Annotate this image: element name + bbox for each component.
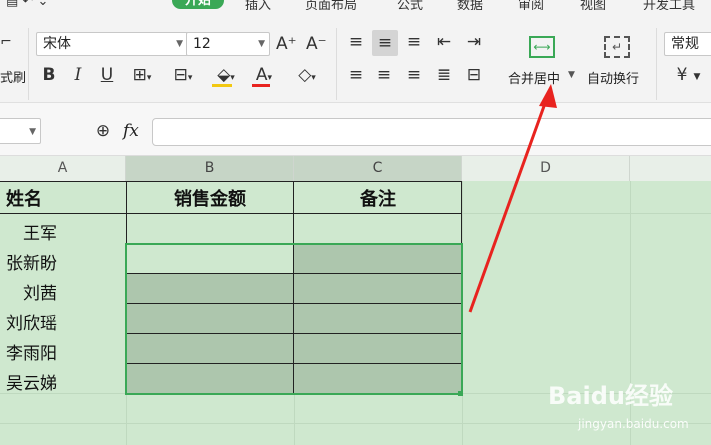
arrow-head [539, 84, 557, 108]
watermark-brand: Baidu经验 [548, 382, 673, 410]
arrow-shaft [468, 94, 550, 313]
watermark-url: jingyan.baidu.com [578, 417, 689, 431]
